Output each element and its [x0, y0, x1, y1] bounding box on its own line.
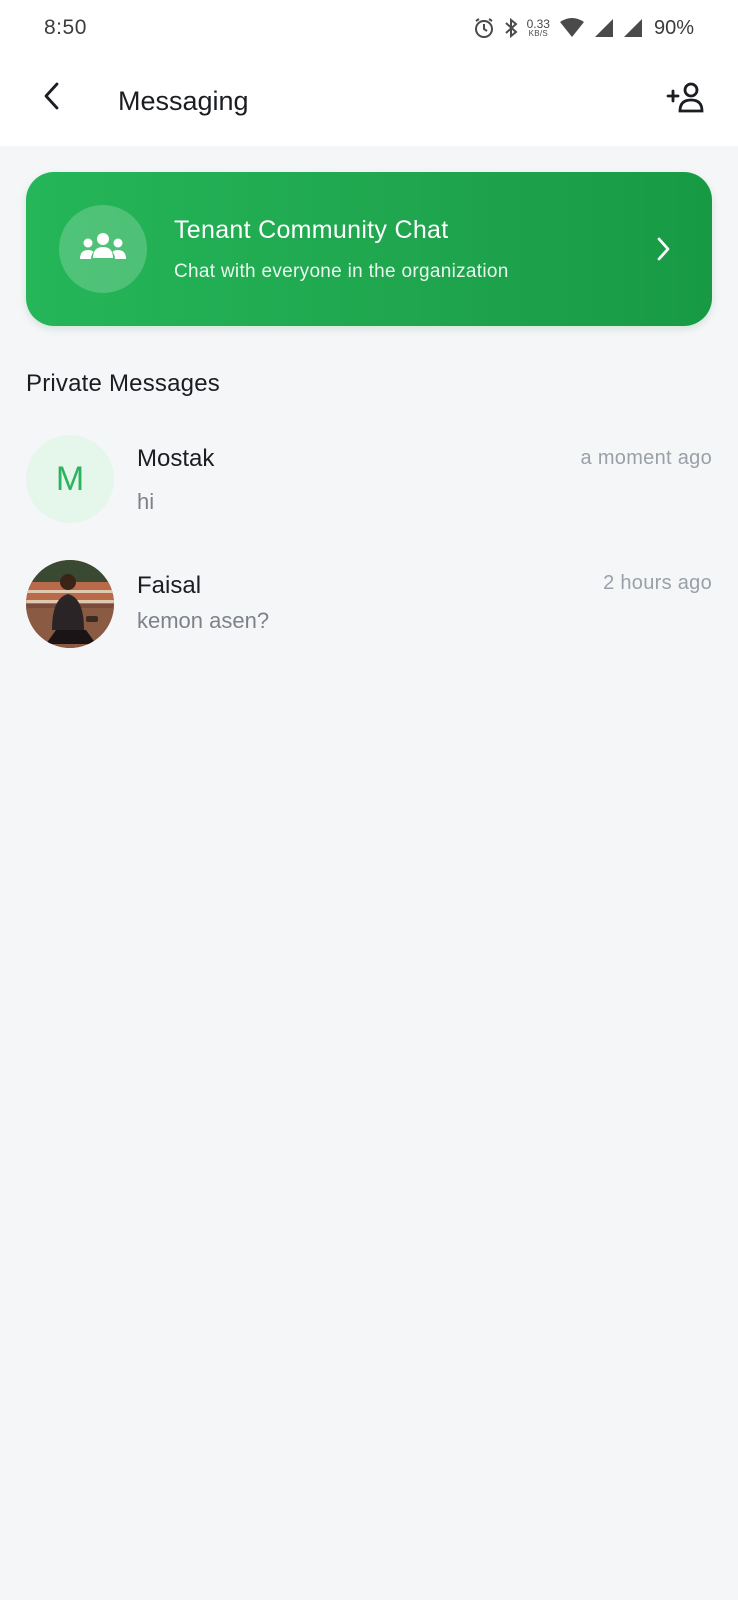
- back-button[interactable]: [30, 76, 74, 120]
- alarm-icon: [473, 17, 495, 39]
- page-title: Messaging: [118, 86, 249, 116]
- app-bar: Messaging: [0, 56, 738, 146]
- conversation-preview: kemon asen?: [137, 608, 270, 633]
- status-icons: 0.33 KB/S 90%: [473, 17, 694, 40]
- signal-icon: [594, 18, 614, 38]
- conversation-item-faisal[interactable]: Faisal 2 hours ago kemon asen?: [0, 550, 738, 660]
- avatar-initial: M: [55, 459, 85, 498]
- net-speed-unit: KB/S: [528, 29, 548, 38]
- avatar: [26, 560, 114, 648]
- chevron-left-icon: [41, 81, 63, 116]
- community-chat-subtitle: Chat with everyone in the organization: [174, 261, 509, 282]
- add-user-button[interactable]: [664, 80, 708, 120]
- group-icon: [79, 232, 127, 267]
- section-heading: Private Messages: [26, 370, 220, 397]
- network-speed: 0.33 KB/S: [527, 18, 550, 38]
- community-avatar: [59, 205, 147, 293]
- status-bar: 8:50 0.33 KB/S 90%: [0, 0, 738, 56]
- conversation-name: Faisal: [137, 572, 202, 599]
- add-user-icon: [666, 81, 706, 120]
- conversation-time: 2 hours ago: [603, 572, 712, 594]
- conversation-time: a moment ago: [580, 447, 712, 469]
- wifi-icon: [559, 18, 585, 38]
- chevron-right-icon: [648, 234, 678, 264]
- conversation-name: Mostak: [137, 445, 215, 472]
- bluetooth-icon: [504, 17, 518, 39]
- battery-level: 90%: [653, 16, 694, 39]
- community-chat-title: Tenant Community Chat: [174, 216, 449, 244]
- community-chat-card[interactable]: Tenant Community Chat Chat with everyone…: [26, 172, 712, 326]
- conversation-preview: hi: [137, 489, 155, 514]
- avatar: M: [26, 435, 114, 523]
- signal-icon: [623, 18, 643, 38]
- status-time: 8:50: [44, 16, 87, 39]
- conversation-item-mostak[interactable]: M Mostak a moment ago hi: [0, 425, 738, 535]
